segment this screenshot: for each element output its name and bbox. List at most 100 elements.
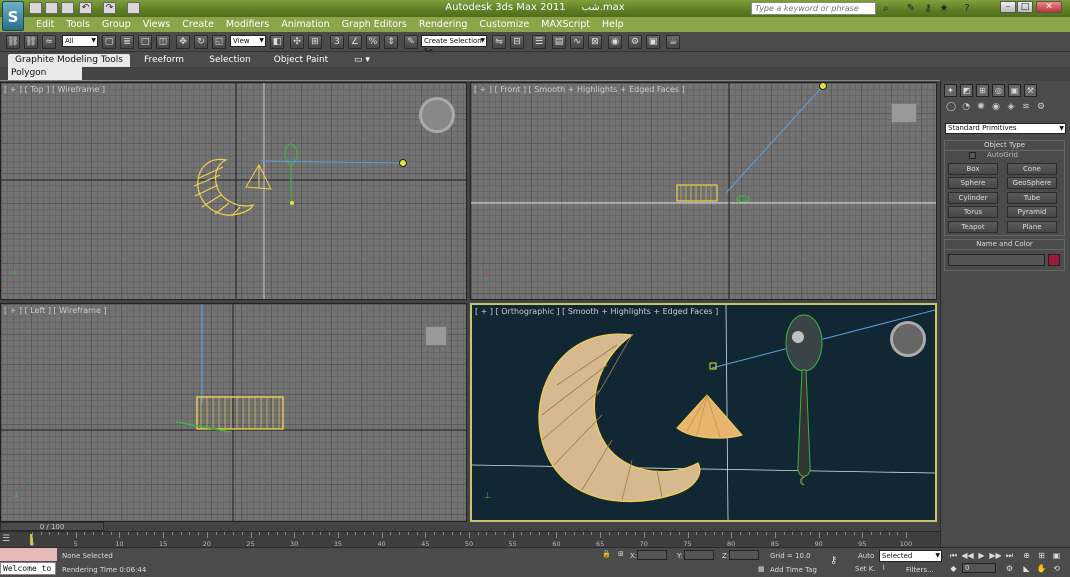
percent-snap-icon[interactable]: %: [366, 35, 380, 49]
motion-tab-icon[interactable]: ◎: [992, 84, 1005, 97]
utilities-tab-icon[interactable]: ⚒: [1024, 84, 1037, 97]
key-mode-toggle-icon[interactable]: ◆: [947, 563, 960, 574]
tab-object-paint[interactable]: Object Paint: [270, 54, 332, 67]
menu-animation[interactable]: Animation: [275, 17, 335, 32]
shapes-icon[interactable]: ◔: [960, 102, 972, 114]
tube-button[interactable]: Tube: [1007, 192, 1057, 204]
viewcube-icon[interactable]: [890, 321, 926, 357]
systems-icon[interactable]: ⚙: [1035, 102, 1047, 114]
mini-curve-editor-icon[interactable]: ☰: [2, 534, 10, 544]
box-button[interactable]: Box: [948, 163, 998, 175]
search-input[interactable]: [751, 2, 876, 15]
binoculars-icon[interactable]: ⌕: [879, 2, 893, 15]
current-frame-field[interactable]: 0: [962, 563, 996, 573]
project-folder-icon[interactable]: [127, 2, 140, 14]
geosphere-button[interactable]: GeoSphere: [1007, 177, 1057, 189]
new-file-icon[interactable]: [29, 2, 42, 14]
named-selection-dropdown[interactable]: Create Selection Se: [421, 35, 487, 55]
set-key-icon[interactable]: ⚷: [830, 555, 837, 566]
object-name-field[interactable]: [948, 254, 1045, 266]
lock-selection-icon[interactable]: 🔒: [602, 550, 611, 558]
absolute-mode-icon[interactable]: ⊞: [618, 550, 624, 558]
name-and-color-title[interactable]: Name and Color: [945, 240, 1064, 250]
render-setup-icon[interactable]: ⚙: [628, 35, 642, 49]
redo-icon[interactable]: ↷: [103, 2, 116, 14]
primitive-category-dropdown[interactable]: Standard Primitives: [945, 123, 1066, 134]
select-object-icon[interactable]: ▢: [102, 35, 116, 49]
y-coordinate-field[interactable]: [684, 550, 714, 560]
pan-icon[interactable]: ✋: [1035, 563, 1048, 574]
angle-snap-icon[interactable]: ∠: [348, 35, 362, 49]
tab-graphite-modeling-tools[interactable]: Graphite Modeling Tools: [8, 54, 130, 67]
rendered-frame-window-icon[interactable]: ▣: [646, 35, 660, 49]
viewport-label-left[interactable]: [ + ] [ Left ] [ Wireframe ]: [4, 306, 107, 315]
viewport-front[interactable]: [ + ] [ Front ] [ Smooth + Highlights + …: [470, 82, 937, 300]
key-icon[interactable]: ⚷: [921, 2, 935, 15]
layer-manager-icon[interactable]: ☰: [532, 35, 546, 49]
select-by-name-icon[interactable]: ≣: [120, 35, 134, 49]
lights-icon[interactable]: ✺: [975, 102, 987, 114]
add-time-tag[interactable]: Add Time Tag: [770, 566, 817, 574]
spinner-snap-icon[interactable]: ⇕: [384, 35, 398, 49]
keyboard-shortcut-icon[interactable]: ⊞: [308, 35, 322, 49]
tools-icon[interactable]: ✎: [904, 2, 918, 15]
menu-views[interactable]: Views: [137, 17, 177, 32]
tab-selection[interactable]: Selection: [204, 54, 256, 67]
orbit-icon[interactable]: ⟲: [1050, 563, 1063, 574]
viewcube-icon[interactable]: [425, 326, 447, 346]
pyramid-button[interactable]: Pyramid: [1007, 206, 1057, 218]
viewcube-icon[interactable]: [891, 103, 917, 123]
menu-rendering[interactable]: Rendering: [413, 17, 474, 32]
rectangle-selection-icon[interactable]: □: [138, 35, 152, 49]
viewcube-icon[interactable]: [419, 97, 455, 133]
scale-icon[interactable]: ◱: [212, 35, 226, 49]
viewport-label-orthographic[interactable]: [ + ] [ Orthographic ] [ Smooth + Highli…: [475, 307, 718, 316]
tab-freeform[interactable]: Freeform: [138, 54, 190, 67]
window-crossing-icon[interactable]: ◫: [156, 35, 170, 49]
align-icon[interactable]: ⊟: [510, 35, 524, 49]
display-tab-icon[interactable]: ▣: [1008, 84, 1021, 97]
space-warps-icon[interactable]: ≋: [1020, 102, 1032, 114]
select-manipulate-icon[interactable]: ✣: [290, 35, 304, 49]
help-icon[interactable]: ?: [960, 2, 974, 15]
key-mode-dropdown[interactable]: Selected: [879, 550, 942, 562]
play-icon[interactable]: ▶: [975, 550, 988, 561]
selection-filter-dropdown[interactable]: All: [62, 35, 98, 47]
star-icon[interactable]: ★: [937, 2, 951, 15]
save-file-icon[interactable]: [61, 2, 74, 14]
bind-space-warp-icon[interactable]: ≈: [42, 35, 56, 49]
snaps-toggle-icon[interactable]: 3: [330, 35, 344, 49]
ribbon-options-icon[interactable]: ▭ ▾: [352, 54, 372, 67]
undo-icon[interactable]: ↶: [79, 2, 92, 14]
maxscript-listener[interactable]: [0, 548, 57, 561]
viewport-left[interactable]: [ + ] [ Left ] [ Wireframe ] ⊥: [0, 303, 467, 522]
curve-editor-icon[interactable]: ∿: [570, 35, 584, 49]
maximize-button[interactable]: □: [1017, 1, 1033, 13]
unlink-icon[interactable]: ⛓: [24, 35, 38, 49]
app-logo-icon[interactable]: S: [2, 1, 24, 31]
go-to-start-icon[interactable]: ⏮: [947, 550, 960, 561]
hierarchy-tab-icon[interactable]: ⊞: [976, 84, 989, 97]
material-editor-icon[interactable]: ◉: [608, 35, 622, 49]
menu-tools[interactable]: Tools: [60, 17, 95, 32]
geometry-icon[interactable]: ◯: [945, 102, 957, 114]
viewport-top[interactable]: [ + ] [ Top ] [ Wireframe ] ⊥: [0, 82, 467, 300]
render-production-icon[interactable]: ☕: [666, 35, 680, 49]
x-coordinate-field[interactable]: [637, 550, 667, 560]
time-slider[interactable]: 0 / 100: [0, 522, 104, 531]
polygon-modeling-panel[interactable]: Polygon Modeling: [8, 67, 82, 91]
zoom-icon[interactable]: ⊕: [1020, 550, 1033, 561]
menu-customize[interactable]: Customize: [473, 17, 535, 32]
graphite-ribbon-icon[interactable]: ▤: [552, 35, 566, 49]
z-coordinate-field[interactable]: [729, 550, 759, 560]
reference-coordinate-dropdown[interactable]: View: [230, 35, 266, 47]
zoom-all-icon[interactable]: ⊞: [1035, 550, 1048, 561]
maxscript-mini-listener[interactable]: Welcome to: [0, 562, 56, 575]
cylinder-button[interactable]: Cylinder: [948, 192, 998, 204]
menu-create[interactable]: Create: [176, 17, 220, 32]
auto-key-button[interactable]: Auto: [858, 552, 874, 560]
menu-graph-editors[interactable]: Graph Editors: [336, 17, 413, 32]
sphere-button[interactable]: Sphere: [948, 177, 998, 189]
teapot-button[interactable]: Teapot: [948, 221, 998, 233]
menu-help[interactable]: Help: [596, 17, 630, 32]
